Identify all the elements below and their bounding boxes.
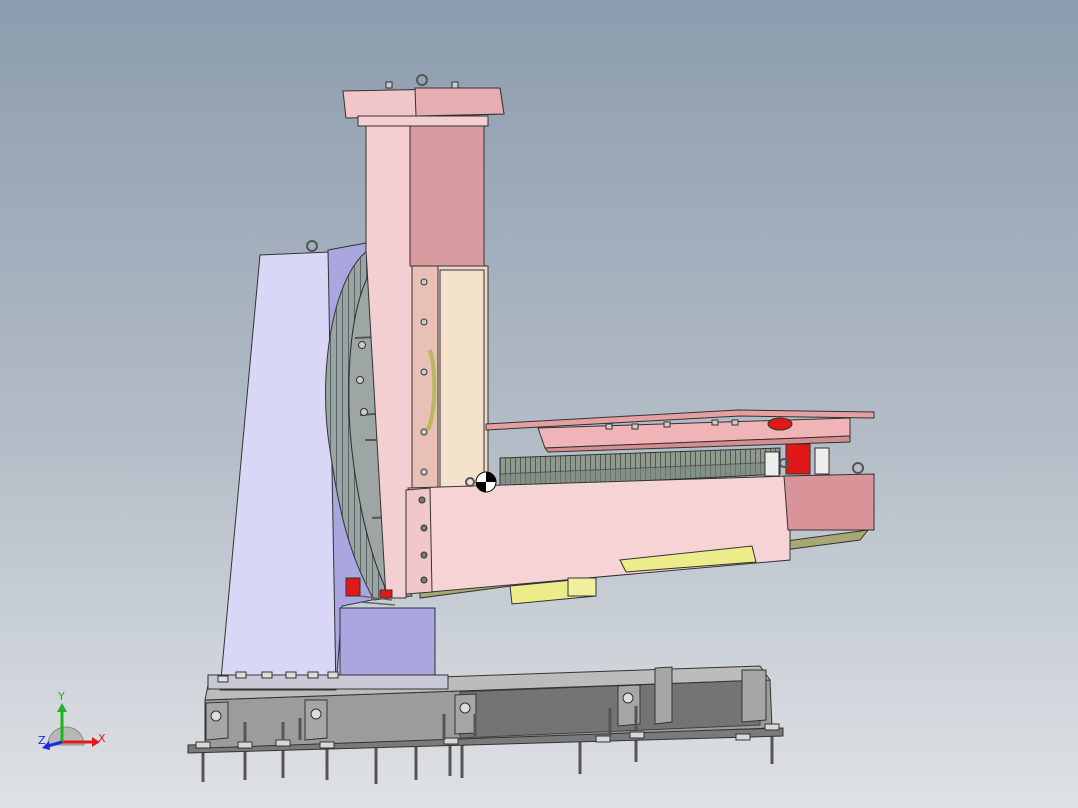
- triad-y-label: Y: [57, 690, 65, 703]
- cad-model-view[interactable]: X Y Z: [0, 0, 1078, 808]
- lifting-eye-icon: [306, 240, 318, 252]
- lifting-eye-icon: [416, 74, 428, 86]
- lifting-eye-icon: [852, 462, 864, 474]
- triad-z-label: Z: [38, 734, 46, 747]
- cad-viewport[interactable]: X Y Z: [0, 0, 1078, 808]
- triad-x-label: X: [98, 732, 106, 745]
- center-of-mass-icon[interactable]: [475, 471, 497, 493]
- coordinate-triad[interactable]: X Y Z: [38, 690, 106, 750]
- triad-y-arrow-icon: [57, 703, 67, 712]
